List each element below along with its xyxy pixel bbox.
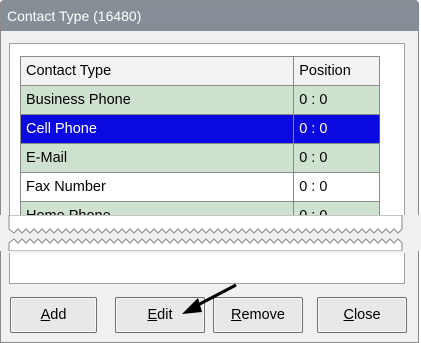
table-row[interactable]: Fax Number 0 : 0 [19, 172, 380, 202]
table-row[interactable]: E-Mail 0 : 0 [19, 143, 380, 173]
position-cell[interactable]: 0 : 0 [293, 85, 380, 115]
contact-type-cell[interactable]: Cell Phone [19, 114, 295, 144]
column-header-position[interactable]: Position [293, 56, 380, 86]
position-cell[interactable]: 0 : 0 [293, 143, 380, 173]
table-row-selected[interactable]: Cell Phone 0 : 0 [19, 114, 380, 144]
position-cell[interactable]: 0 : 0 [293, 114, 380, 144]
contact-type-cell[interactable]: Business Phone [19, 85, 295, 115]
position-cell[interactable]: 0 : 0 [293, 172, 380, 202]
column-header-contact-type[interactable]: Contact Type [19, 56, 295, 86]
arrow-pointer-icon [182, 283, 237, 314]
grid-panel: Contact Type Position Business Phone 0 :… [9, 43, 405, 237]
contact-type-cell[interactable]: E-Mail [19, 143, 295, 173]
contact-type-cell[interactable]: Fax Number [19, 172, 295, 202]
contact-type-table: Contact Type Position Business Phone 0 :… [19, 56, 380, 231]
torn-edge-separator [0, 215, 421, 251]
grid-panel-continued [9, 253, 405, 284]
window-title: Contact Type (16480) [1, 1, 418, 31]
add-button[interactable]: Add [10, 297, 97, 333]
table-row[interactable]: Business Phone 0 : 0 [19, 85, 380, 115]
close-button[interactable]: Close [317, 297, 407, 333]
table-header-row: Contact Type Position [19, 56, 380, 86]
